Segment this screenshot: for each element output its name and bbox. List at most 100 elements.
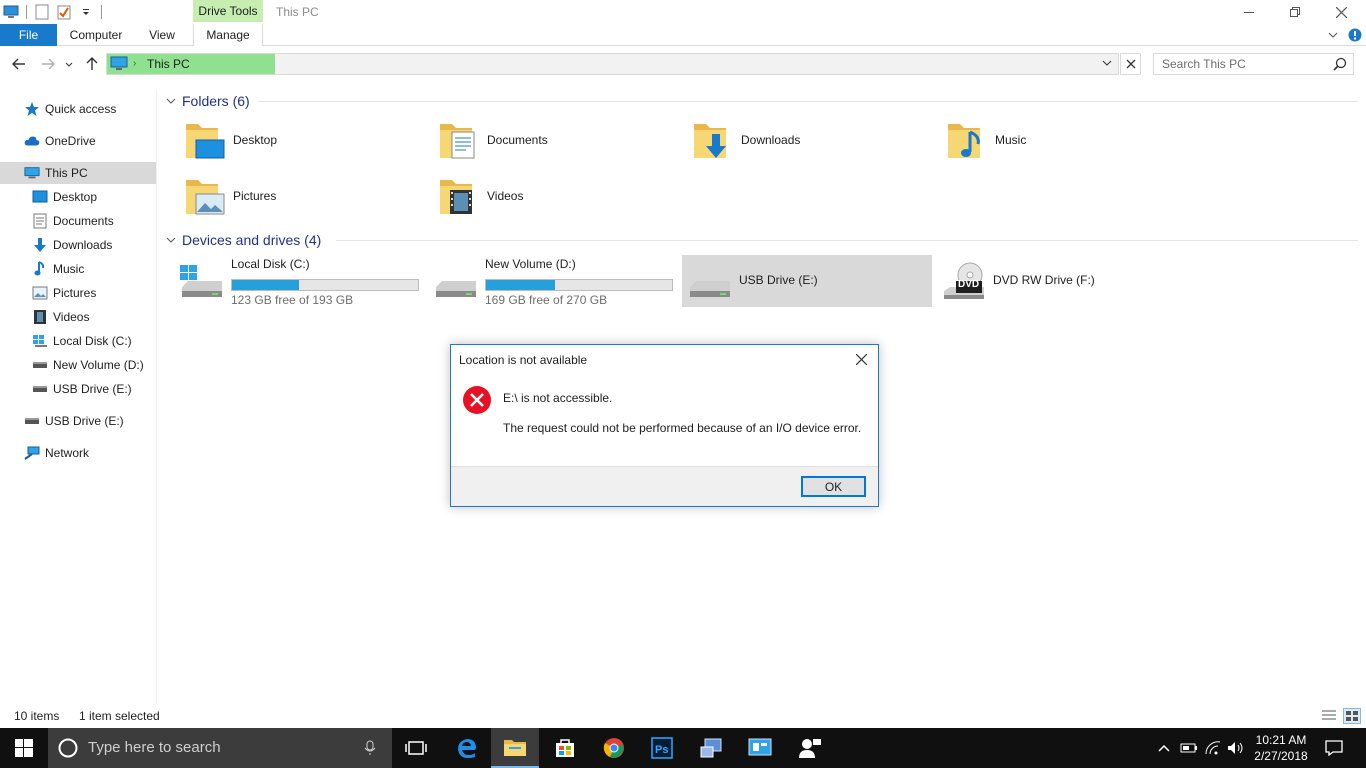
nav-music[interactable]: Music bbox=[32, 258, 84, 280]
expand-ribbon-button[interactable] bbox=[1322, 32, 1344, 38]
nav-onedrive[interactable]: OneDrive bbox=[24, 130, 96, 152]
tiles-view-button[interactable] bbox=[1343, 708, 1361, 724]
microphone-icon[interactable] bbox=[364, 740, 376, 759]
close-button[interactable] bbox=[1318, 0, 1364, 24]
tab-computer[interactable]: Computer bbox=[62, 24, 130, 46]
taskbar-edge[interactable] bbox=[443, 728, 491, 768]
action-center-button[interactable] bbox=[1318, 728, 1350, 768]
folder-pictures[interactable]: Pictures bbox=[184, 170, 276, 222]
drive-usage-bar bbox=[485, 279, 673, 291]
taskbar-photoshop[interactable]: Ps bbox=[638, 728, 686, 768]
picture-icon bbox=[32, 285, 48, 301]
system-clock[interactable]: 10:21 AM 2/27/2018 bbox=[1246, 732, 1316, 764]
task-view-button[interactable] bbox=[392, 728, 440, 768]
notification-icon bbox=[1325, 740, 1343, 756]
forward-button[interactable] bbox=[38, 54, 58, 74]
taskbar: Type here to search Ps 10:21 AM 2/27/201… bbox=[0, 728, 1366, 768]
folder-videos[interactable]: Videos bbox=[438, 170, 523, 222]
ok-button[interactable]: OK bbox=[801, 476, 866, 497]
nav-quick-access[interactable]: Quick access bbox=[24, 98, 116, 120]
folder-documents[interactable]: Documents bbox=[438, 114, 548, 166]
search-icon[interactable] bbox=[1333, 57, 1347, 74]
clear-address-button[interactable] bbox=[1120, 53, 1141, 75]
back-button[interactable] bbox=[9, 54, 29, 74]
group-divider bbox=[336, 240, 1358, 241]
arrow-right-icon bbox=[42, 58, 55, 70]
folder-downloads[interactable]: Downloads bbox=[692, 114, 800, 166]
nav-local-disk-c[interactable]: Local Disk (C:) bbox=[32, 330, 132, 352]
help-button[interactable] bbox=[1344, 28, 1366, 42]
error-dialog: Location is not available E:\ is not acc… bbox=[450, 344, 879, 507]
nav-pictures[interactable]: Pictures bbox=[32, 282, 96, 304]
taskbar-file-explorer[interactable] bbox=[491, 728, 539, 768]
nav-documents[interactable]: Documents bbox=[32, 210, 114, 232]
minimize-button[interactable] bbox=[1226, 0, 1272, 24]
nav-this-pc[interactable]: This PC bbox=[0, 162, 156, 184]
up-button[interactable] bbox=[82, 54, 102, 74]
folder-music[interactable]: Music bbox=[946, 114, 1026, 166]
address-history-button[interactable] bbox=[1102, 54, 1112, 74]
chevron-down-icon bbox=[1328, 32, 1338, 38]
chevron-down-icon bbox=[1102, 60, 1112, 66]
folders-group-header[interactable]: Folders (6) bbox=[166, 90, 250, 112]
dialog-close-button[interactable] bbox=[852, 350, 870, 368]
nav-usb-drive-e[interactable]: USB Drive (E:) bbox=[32, 378, 132, 400]
drive-dvd-f[interactable]: DVD DVD RW Drive (F:) bbox=[940, 255, 1190, 307]
chevron-up-icon bbox=[1158, 744, 1170, 752]
nav-downloads[interactable]: Downloads bbox=[32, 234, 112, 256]
search-box[interactable]: Search This PC bbox=[1153, 53, 1354, 75]
nav-network[interactable]: Network bbox=[24, 442, 89, 464]
nav-usb-drive-e-root[interactable]: USB Drive (E:) bbox=[24, 410, 124, 432]
separator bbox=[26, 5, 27, 19]
volume-button[interactable] bbox=[1225, 728, 1247, 768]
battery-icon bbox=[1180, 743, 1197, 753]
nav-label: Videos bbox=[53, 310, 90, 324]
customize-toolbar-icon[interactable] bbox=[78, 4, 94, 20]
document-icon bbox=[32, 213, 48, 229]
drive-local-disk-c[interactable]: Local Disk (C:) 123 GB free of 193 GB bbox=[178, 255, 428, 307]
details-view-button[interactable] bbox=[1321, 709, 1337, 726]
breadcrumb-this-pc[interactable]: This PC bbox=[147, 54, 190, 74]
chevron-down-icon bbox=[65, 62, 73, 67]
nav-desktop[interactable]: Desktop bbox=[32, 186, 97, 208]
drive-tools-contextual-tab: Drive Tools bbox=[193, 0, 263, 22]
group-divider bbox=[258, 101, 1358, 102]
nav-videos[interactable]: Videos bbox=[32, 306, 89, 328]
this-pc-icon[interactable] bbox=[3, 4, 19, 20]
taskbar-store[interactable] bbox=[541, 728, 589, 768]
wifi-button[interactable] bbox=[1202, 728, 1224, 768]
windows-drive-icon bbox=[178, 261, 226, 301]
restore-button[interactable] bbox=[1272, 0, 1318, 24]
show-hidden-icons-button[interactable] bbox=[1154, 728, 1174, 768]
close-icon bbox=[855, 353, 867, 365]
devices-group-header[interactable]: Devices and drives (4) bbox=[166, 229, 321, 251]
tab-view[interactable]: View bbox=[136, 24, 188, 46]
downloads-folder-icon bbox=[692, 118, 736, 162]
taskbar-control-panel[interactable] bbox=[736, 728, 784, 768]
taskbar-people-app[interactable] bbox=[786, 728, 834, 768]
nav-new-volume-d[interactable]: New Volume (D:) bbox=[32, 354, 144, 376]
taskbar-chrome[interactable] bbox=[590, 728, 638, 768]
separator bbox=[101, 5, 102, 19]
tab-file[interactable]: File bbox=[0, 24, 57, 46]
folder-desktop[interactable]: Desktop bbox=[184, 114, 277, 166]
windows-drive-icon bbox=[32, 333, 48, 349]
taskbar-network-app[interactable] bbox=[687, 728, 735, 768]
battery-button[interactable] bbox=[1178, 728, 1200, 768]
address-bar[interactable]: › This PC bbox=[106, 53, 1119, 75]
taskbar-search[interactable]: Type here to search bbox=[48, 728, 392, 768]
ribbon-controls bbox=[1322, 24, 1366, 46]
network-icon bbox=[24, 445, 40, 461]
start-button[interactable] bbox=[0, 728, 48, 768]
checkmark-icon[interactable] bbox=[56, 4, 72, 20]
recent-locations-button[interactable] bbox=[62, 54, 76, 74]
drive-usb-e[interactable]: USB Drive (E:) bbox=[682, 255, 932, 307]
drive-new-volume-d[interactable]: New Volume (D:) 169 GB free of 270 GB bbox=[432, 255, 682, 307]
edge-icon bbox=[458, 739, 476, 758]
properties-icon[interactable] bbox=[34, 4, 50, 20]
drive-name: Local Disk (C:) bbox=[231, 257, 310, 271]
nav-label: Local Disk (C:) bbox=[53, 334, 132, 348]
nav-label: Network bbox=[45, 446, 90, 460]
nav-label: USB Drive (E:) bbox=[53, 382, 132, 396]
tab-manage[interactable]: Manage bbox=[193, 24, 263, 46]
